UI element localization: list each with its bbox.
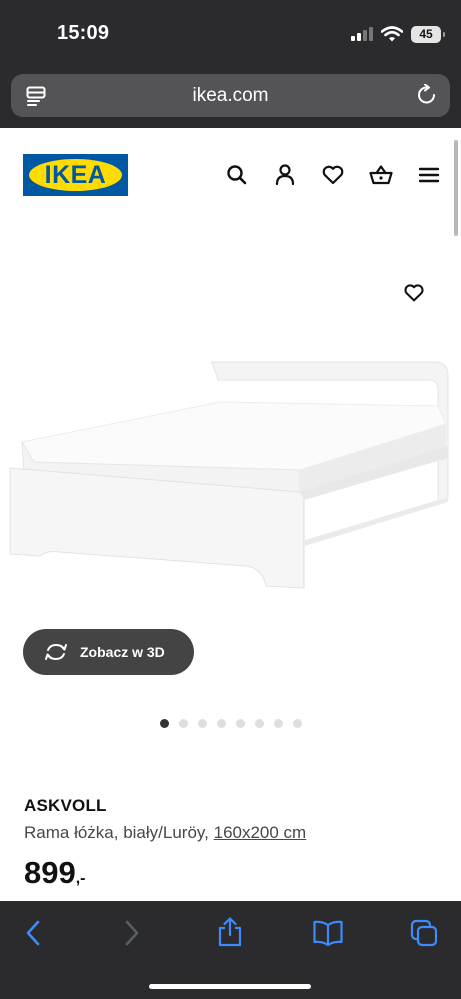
carousel-dot[interactable] [198, 719, 207, 728]
logo-text: IKEA [44, 160, 107, 189]
back-icon [26, 920, 40, 946]
product-image-bed[interactable] [0, 350, 461, 600]
menu-icon[interactable] [416, 162, 442, 188]
basket-icon[interactable] [368, 162, 394, 188]
url-text: ikea.com [192, 85, 269, 106]
carousel-dot[interactable] [274, 719, 283, 728]
favourite-heart-icon[interactable] [402, 281, 426, 305]
share-button[interactable] [216, 916, 244, 953]
forward-icon [125, 920, 139, 946]
home-indicator [149, 984, 311, 989]
cellular-signal-icon [351, 27, 373, 41]
product-description: Rama łóżka, biały/Luröy, 160x200 cm [24, 823, 306, 843]
carousel-dot[interactable] [293, 719, 302, 728]
heart-icon[interactable] [320, 162, 346, 188]
bookmarks-icon [313, 920, 343, 947]
share-icon [218, 917, 242, 947]
tabs-icon [410, 919, 438, 947]
tabs-button[interactable] [410, 919, 438, 952]
rotate-3d-icon [45, 643, 67, 661]
carousel-dot[interactable] [160, 719, 169, 728]
status-time: 15:09 [57, 22, 110, 44]
bookmarks-button[interactable] [312, 919, 344, 952]
reload-icon[interactable] [416, 84, 438, 106]
header-actions [224, 162, 442, 188]
status-icons: 45 [351, 24, 445, 44]
image-carousel-dots[interactable] [160, 719, 302, 728]
battery-level: 45 [419, 27, 433, 41]
logo-oval: IKEA [29, 159, 122, 191]
back-button[interactable] [23, 919, 45, 952]
account-icon[interactable] [272, 162, 298, 188]
browser-bottom-bar [0, 901, 461, 999]
wifi-icon [381, 26, 403, 42]
view-in-3d-button[interactable]: Zobacz w 3D [23, 629, 194, 675]
product-price: 899,- [24, 855, 86, 891]
product-size-link[interactable]: 160x200 cm [214, 823, 307, 842]
battery-icon: 45 [411, 25, 445, 43]
page-scrollbar[interactable] [454, 140, 458, 236]
view-in-3d-label: Zobacz w 3D [80, 644, 165, 660]
product-description-text: Rama łóżka, biały/Luröy, [24, 823, 209, 842]
browser-top-bar: 15:09 45 ikea.com [0, 0, 461, 128]
carousel-dot[interactable] [217, 719, 226, 728]
carousel-dot[interactable] [236, 719, 245, 728]
search-icon[interactable] [224, 162, 250, 188]
forward-button[interactable] [120, 919, 142, 952]
price-value: 899 [24, 855, 76, 890]
carousel-dot[interactable] [179, 719, 188, 728]
product-name: ASKVOLL [24, 796, 107, 815]
ikea-logo[interactable]: IKEA [23, 154, 128, 196]
address-bar[interactable]: ikea.com [11, 74, 450, 117]
price-suffix: ,- [75, 870, 86, 887]
carousel-dot[interactable] [255, 719, 264, 728]
